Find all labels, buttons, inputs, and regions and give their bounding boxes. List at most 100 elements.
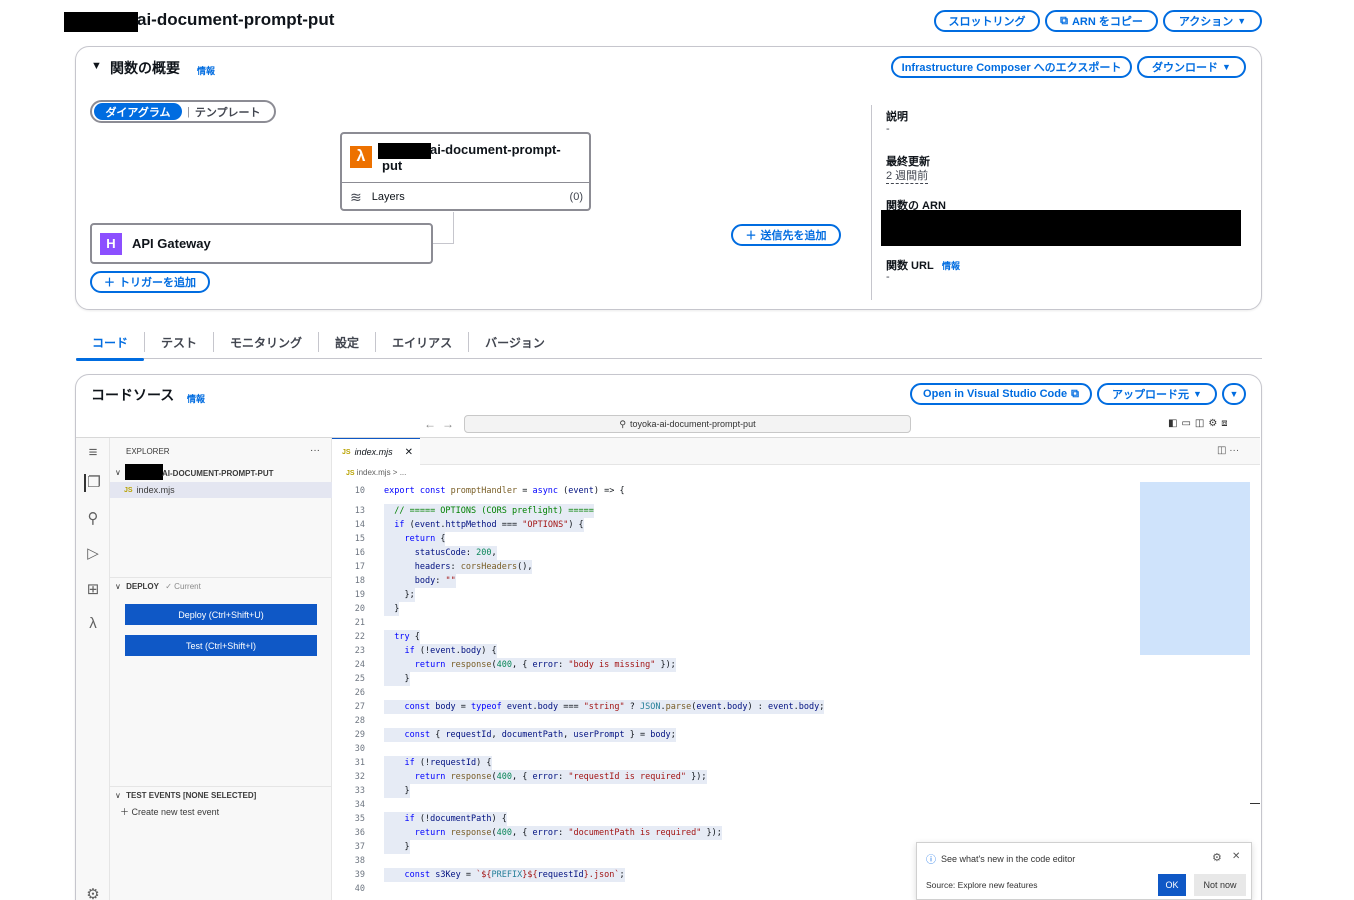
- api-gateway-trigger[interactable]: H API Gateway: [90, 223, 433, 264]
- code-line[interactable]: 16 statusCode: 200,: [332, 546, 1132, 560]
- code-line[interactable]: 10 export const promptHandler = async (ev…: [332, 484, 1132, 498]
- code-line[interactable]: 17 headers: corsHeaders(),: [332, 560, 1132, 574]
- forward-arrow-icon[interactable]: →: [442, 417, 454, 431]
- info-icon: ⓘ: [926, 855, 936, 866]
- file-item-index[interactable]: JS index.mjs: [110, 482, 332, 498]
- layers-row[interactable]: ≋ Layers (0): [350, 187, 583, 207]
- copy-arn-button[interactable]: ⧉ ARN をコピー: [1045, 10, 1158, 32]
- explorer-sidebar: EXPLORER ··· ∨ AI-DOCUMENT-PROMPT-PUT JS…: [110, 438, 332, 900]
- upload-from-dropdown[interactable]: アップロード元 ▼: [1097, 383, 1217, 405]
- chevron-down-icon: ∨: [115, 582, 121, 591]
- editor-tab-index[interactable]: JS index.mjs ✕: [332, 438, 420, 465]
- add-destination-button[interactable]: ＋送信先を追加: [731, 224, 841, 246]
- code-line[interactable]: 24 return response(400, { error: "body i…: [332, 658, 1132, 672]
- editor-breadcrumb[interactable]: JS index.mjs > ...: [346, 468, 406, 477]
- template-toggle[interactable]: テンプレート: [195, 104, 261, 120]
- run-debug-icon[interactable]: ▷: [84, 545, 102, 563]
- overview-collapse-icon[interactable]: ▼: [91, 60, 102, 72]
- notification-source: Source: Explore new features: [926, 880, 1038, 890]
- function-url-info-link[interactable]: 情報: [942, 259, 960, 272]
- connector-line: [453, 212, 454, 244]
- deploy-button[interactable]: Deploy (Ctrl+Shift+U): [125, 604, 317, 625]
- split-editor-icon[interactable]: ◫ ···: [1217, 445, 1239, 456]
- code-line[interactable]: 29 const { requestId, documentPath, user…: [332, 728, 1132, 742]
- description-value: -: [886, 123, 890, 135]
- lambda-icon[interactable]: λ: [84, 615, 102, 633]
- tab-versions[interactable]: バージョン: [469, 326, 561, 359]
- code-line[interactable]: 36 return response(400, { error: "docume…: [332, 826, 1132, 840]
- open-vscode-button[interactable]: Open in Visual Studio Code ⧉: [910, 383, 1092, 405]
- function-tabs: コード テスト モニタリング 設定 エイリアス バージョン: [76, 326, 1262, 361]
- download-dropdown[interactable]: ダウンロード ▼: [1137, 56, 1246, 78]
- menu-icon[interactable]: ≡: [84, 444, 102, 462]
- close-icon[interactable]: ✕: [405, 447, 413, 458]
- scroll-marker: [1250, 803, 1260, 804]
- editor-area: JS index.mjs ✕ ◫ ··· JS index.mjs > ... …: [332, 438, 1260, 900]
- export-composer-button[interactable]: Infrastructure Composer へのエクスポート: [891, 56, 1132, 78]
- caret-down-icon: ▼: [1229, 389, 1239, 399]
- ok-button[interactable]: OK: [1158, 874, 1186, 896]
- code-line[interactable]: 13 // ===== OPTIONS (CORS preflight) ===…: [332, 504, 1132, 518]
- code-line[interactable]: 20 }: [332, 602, 1132, 616]
- code-line[interactable]: 34: [332, 798, 1132, 812]
- redacted-arn: [881, 210, 1241, 246]
- tab-configuration[interactable]: 設定: [319, 326, 375, 359]
- function-node[interactable]: λ ai-document-prompt- put ≋ Layers (0): [340, 132, 591, 211]
- code-line[interactable]: 22 try {: [332, 630, 1132, 644]
- actions-dropdown[interactable]: アクション ▼: [1163, 10, 1262, 32]
- layers-count: (0): [569, 191, 583, 203]
- code-line[interactable]: 23 if (!event.body) {: [332, 644, 1132, 658]
- extensions-icon[interactable]: ⊞: [84, 581, 102, 599]
- code-line[interactable]: 15 return {: [332, 532, 1132, 546]
- code-line[interactable]: 21: [332, 616, 1132, 630]
- caret-down-icon: ▼: [1193, 389, 1202, 399]
- not-now-button[interactable]: Not now: [1194, 874, 1246, 896]
- throttling-button[interactable]: スロットリング: [934, 10, 1040, 32]
- plus-icon: ＋: [120, 807, 130, 817]
- more-actions-icon[interactable]: ···: [310, 445, 320, 456]
- close-icon[interactable]: ✕: [1232, 851, 1240, 862]
- test-button[interactable]: Test (Ctrl+Shift+I): [125, 635, 317, 656]
- settings-gear-icon[interactable]: ⚙: [1212, 851, 1222, 864]
- settings-gear-icon[interactable]: ⚙: [84, 886, 102, 900]
- code-line[interactable]: 32 return response(400, { error: "reques…: [332, 770, 1132, 784]
- tab-test[interactable]: テスト: [145, 326, 213, 359]
- connector-line: [433, 243, 454, 244]
- code-line[interactable]: 19 };: [332, 588, 1132, 602]
- back-arrow-icon[interactable]: ←: [424, 417, 436, 431]
- js-file-icon: JS: [124, 486, 133, 494]
- tab-monitoring[interactable]: モニタリング: [214, 326, 318, 359]
- tab-aliases[interactable]: エイリアス: [376, 326, 468, 359]
- create-test-event-item[interactable]: ＋ Create new test event: [120, 805, 219, 818]
- notification-message: See what's new in the code editor: [941, 854, 1076, 864]
- deploy-status: ✓ Current: [165, 582, 201, 591]
- js-file-icon: JS: [342, 448, 351, 456]
- layout-icons[interactable]: ◧▭◫⚙⧈: [1168, 418, 1232, 429]
- code-line[interactable]: 31 if (!requestId) {: [332, 756, 1132, 770]
- folder-name[interactable]: AI-DOCUMENT-PROMPT-PUT: [162, 469, 274, 478]
- minimap[interactable]: [1140, 482, 1250, 655]
- deploy-section-header[interactable]: ∨ DEPLOY ✓ Current: [110, 577, 332, 591]
- command-center-search[interactable]: ⚲ toyoka-ai-document-prompt-put: [464, 415, 911, 433]
- chevron-down-icon[interactable]: ∨: [115, 468, 121, 477]
- explorer-icon[interactable]: ❐: [84, 474, 102, 492]
- code-source-info-link[interactable]: 情報: [187, 392, 205, 405]
- code-line[interactable]: 27 const body = typeof event.body === "s…: [332, 700, 1132, 714]
- code-editor-ide: ≡ ❐ ⚲ ▷ ⊞ λ ⚙ EXPLORER ··· ∨ AI-DOCUMENT…: [76, 437, 1260, 900]
- code-line[interactable]: 14 if (event.httpMethod === "OPTIONS") {: [332, 518, 1132, 532]
- code-line[interactable]: 25 }: [332, 672, 1132, 686]
- code-line[interactable]: 33 }: [332, 784, 1132, 798]
- redacted-name: [64, 12, 138, 32]
- diagram-toggle[interactable]: ダイアグラム: [94, 103, 182, 120]
- add-trigger-button[interactable]: ＋トリガーを追加: [90, 271, 210, 293]
- overview-info-link[interactable]: 情報: [197, 64, 215, 77]
- code-line[interactable]: 30: [332, 742, 1132, 756]
- code-line[interactable]: 18 body: "": [332, 574, 1132, 588]
- search-icon[interactable]: ⚲: [84, 510, 102, 528]
- test-events-header[interactable]: ∨ TEST EVENTS [NONE SELECTED]: [110, 786, 332, 800]
- code-line[interactable]: 35 if (!documentPath) {: [332, 812, 1132, 826]
- tab-code[interactable]: コード: [76, 326, 145, 361]
- expand-menu-button[interactable]: ▼: [1222, 383, 1246, 405]
- code-line[interactable]: 28: [332, 714, 1132, 728]
- code-line[interactable]: 26: [332, 686, 1132, 700]
